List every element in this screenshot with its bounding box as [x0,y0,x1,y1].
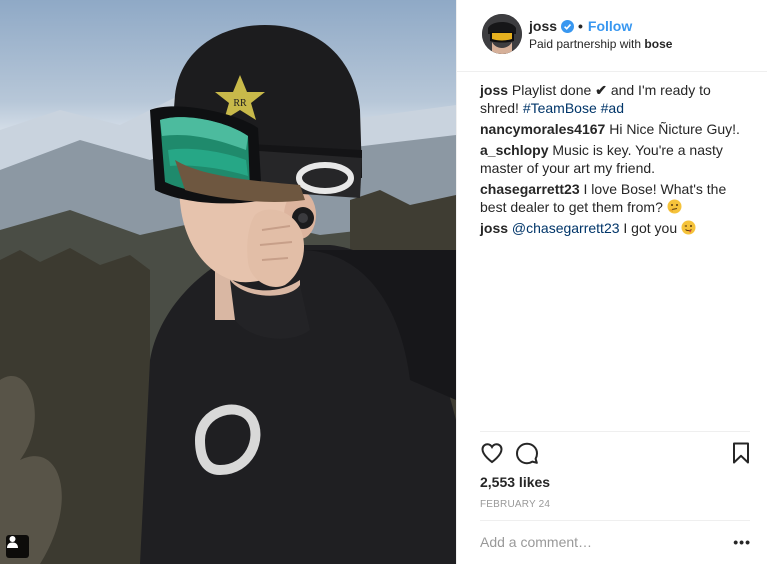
partnership-prefix: Paid partnership with [529,37,642,51]
comment-item: a_schlopy Music is key. You're a nasty m… [480,141,750,177]
avatar-image [482,14,522,54]
thinking-face-emoji [667,199,682,214]
comment-username[interactable]: a_schlopy [480,142,548,158]
follow-button[interactable]: Follow [588,18,632,34]
check-mark-emoji: ✔ [595,82,607,98]
instagram-post: RR joss • Follow Paid partnership with b… [0,0,767,564]
comment-text: Playlist done [511,82,592,98]
header-text: joss • Follow Paid partnership with bose [529,17,672,51]
more-options-button[interactable]: ••• [733,534,751,550]
comment-username[interactable]: joss [480,82,508,98]
person-tag-icon[interactable] [6,535,29,558]
comment-bubble-icon[interactable] [515,441,539,465]
mention-link[interactable]: @chasegarrett23 [512,220,620,236]
add-comment-input[interactable] [480,534,710,550]
comment-text: I got you [623,220,678,236]
photo-illustration: RR [0,25,456,564]
caption-comment: joss Playlist done ✔ and I'm ready to sh… [480,81,750,117]
separator-dot: • [578,18,583,34]
paid-partnership-label: Paid partnership with bose [529,37,672,51]
bookmark-icon[interactable] [730,441,752,465]
comment-text: Hi Nice Ñicture Guy!. [609,121,740,137]
comment-username[interactable]: joss [480,220,508,236]
heart-icon[interactable] [480,441,504,465]
post-photo[interactable]: RR [0,0,456,564]
verified-badge-icon [561,19,575,33]
comment-username[interactable]: chasegarrett23 [480,181,580,197]
section-divider [480,520,750,521]
hashtag-link[interactable]: #TeamBose [523,100,597,116]
partner-link[interactable]: bose [644,37,672,51]
comment-item: nancymorales4167 Hi Nice Ñicture Guy!. [480,120,750,138]
likes-count[interactable]: 2,553 likes [480,474,550,490]
comment-item: joss @chasegarrett23 I got you [480,219,750,237]
hashtag-link[interactable]: #ad [601,100,624,116]
comment-username[interactable]: nancymorales4167 [480,121,605,137]
comment-item: chasegarrett23 I love Bose! What's the b… [480,180,750,216]
post-side-panel: joss • Follow Paid partnership with bose… [456,0,767,564]
winking-tongue-face-emoji [681,220,696,235]
post-actions [480,441,755,469]
post-author-username[interactable]: joss [529,18,557,34]
post-date: FEBRUARY 24 [480,499,551,510]
comments-list: joss Playlist done ✔ and I'm ready to sh… [480,81,750,240]
post-header: joss • Follow Paid partnership with bose [457,0,767,72]
header-title-row: joss • Follow [529,17,672,35]
section-divider [480,431,750,432]
avatar[interactable] [482,14,522,54]
person-silhouette-icon [7,536,18,548]
svg-text:RR: RR [233,98,247,109]
